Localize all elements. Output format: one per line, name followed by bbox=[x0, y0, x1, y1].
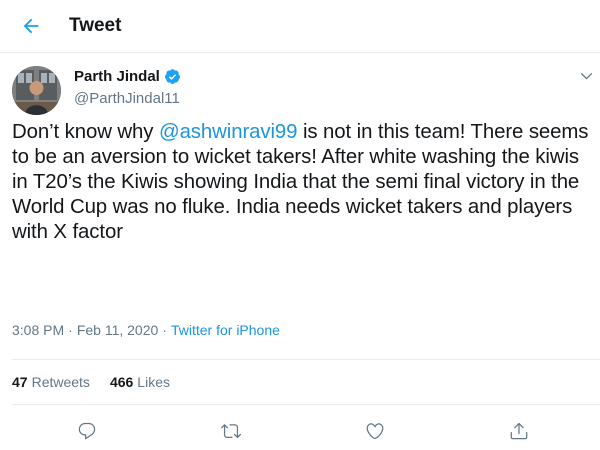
tweet-time[interactable]: 3:08 PM bbox=[12, 322, 64, 338]
header-bar: Tweet bbox=[0, 0, 600, 53]
retweets-label: Retweets bbox=[31, 374, 90, 390]
arrow-left-icon bbox=[23, 18, 39, 34]
reply-icon bbox=[78, 422, 96, 440]
divider bbox=[12, 404, 600, 405]
retweet-button[interactable] bbox=[220, 420, 242, 442]
tweet-text-part: Don’t know why bbox=[12, 121, 159, 143]
mention-link[interactable]: @ashwinravi99 bbox=[159, 121, 298, 143]
retweet-icon bbox=[221, 424, 241, 439]
tweet-meta: 3:08 PM · Feb 11, 2020 · Twitter for iPh… bbox=[12, 322, 280, 338]
author-name-row[interactable]: Parth Jindal bbox=[74, 68, 181, 85]
divider bbox=[12, 359, 600, 360]
tweet-date[interactable]: Feb 11, 2020 bbox=[77, 322, 158, 338]
retweets-count: 47 bbox=[12, 374, 28, 390]
tweet-source-link[interactable]: Twitter for iPhone bbox=[171, 322, 280, 338]
share-icon bbox=[510, 422, 528, 440]
back-button[interactable] bbox=[14, 9, 48, 43]
heart-icon bbox=[366, 423, 384, 440]
avatar[interactable] bbox=[12, 66, 61, 115]
likes-label: Likes bbox=[137, 374, 170, 390]
author-handle[interactable]: @ParthJindal11 bbox=[74, 90, 180, 107]
share-button[interactable] bbox=[508, 420, 530, 442]
reply-button[interactable] bbox=[76, 420, 98, 442]
tweet-text: Don’t know why @ashwinravi99 is not in t… bbox=[12, 120, 594, 245]
author-name[interactable]: Parth Jindal bbox=[74, 68, 160, 85]
meta-separator: · bbox=[162, 322, 167, 338]
page-title: Tweet bbox=[69, 15, 122, 36]
meta-separator: · bbox=[68, 322, 73, 338]
chevron-down-icon bbox=[580, 72, 592, 80]
verified-badge-icon bbox=[164, 68, 181, 85]
likes-count: 466 bbox=[109, 374, 134, 390]
more-options-button[interactable] bbox=[575, 64, 597, 86]
avatar-image bbox=[12, 66, 61, 115]
like-button[interactable] bbox=[364, 420, 386, 442]
tweet-stats: 47 Retweets 466 Likes bbox=[12, 374, 170, 390]
retweets-stat[interactable]: 47 Retweets bbox=[12, 374, 90, 390]
likes-stat[interactable]: 466 Likes bbox=[110, 374, 170, 390]
